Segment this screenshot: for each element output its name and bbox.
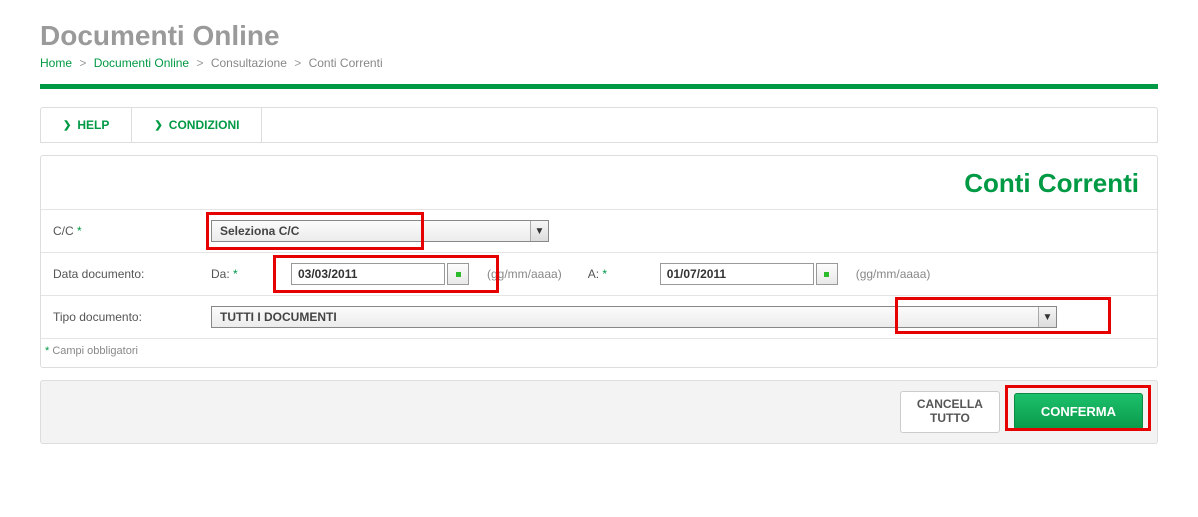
hint-date-format: (gg/mm/aaaa) — [856, 267, 931, 281]
chevron-down-icon: ▼ — [530, 221, 548, 241]
label-account: C/C * — [53, 224, 211, 238]
tab-help-label: HELP — [77, 118, 109, 132]
breadcrumb-sep: > — [294, 56, 301, 70]
calendar-from-button[interactable] — [447, 263, 469, 285]
panel-title: Conti Correnti — [41, 156, 1157, 209]
breadcrumb-sep: > — [196, 56, 203, 70]
calendar-icon — [456, 272, 461, 277]
divider-bar — [40, 84, 1158, 89]
form-panel: Conti Correnti C/C * Seleziona C/C ▼ Dat… — [40, 155, 1158, 368]
calendar-to-button[interactable] — [816, 263, 838, 285]
date-from-input[interactable] — [291, 263, 445, 285]
action-bar: CANCELLATUTTO CONFERMA — [40, 380, 1158, 444]
date-to-input[interactable] — [660, 263, 814, 285]
breadcrumb-sep: > — [79, 56, 86, 70]
required-note: * Campi obbligatori — [41, 339, 1157, 367]
cancel-button-label: CANCELLATUTTO — [917, 397, 983, 425]
row-account: C/C * Seleziona C/C ▼ — [41, 209, 1157, 252]
tab-help[interactable]: ❯ HELP — [41, 108, 132, 142]
tipo-select[interactable]: TUTTI I DOCUMENTI ▼ — [211, 306, 1057, 328]
breadcrumb-docs[interactable]: Documenti Online — [94, 56, 189, 70]
chevron-down-icon: ▼ — [1038, 307, 1056, 327]
breadcrumb: Home > Documenti Online > Consultazione … — [40, 56, 1158, 70]
breadcrumb-home[interactable]: Home — [40, 56, 72, 70]
tabs: ❯ HELP ❯ CONDIZIONI — [40, 107, 1158, 143]
label-tipo: Tipo documento: — [53, 310, 211, 324]
account-select[interactable]: Seleziona C/C ▼ — [211, 220, 549, 242]
page-title: Documenti Online — [40, 20, 1158, 52]
tipo-select-value: TUTTI I DOCUMENTI — [220, 310, 337, 324]
calendar-icon — [824, 272, 829, 277]
row-dates: Data documento: Da: * (gg/mm/aaaa) A: * … — [41, 252, 1157, 295]
breadcrumb-consult: Consultazione — [211, 56, 287, 70]
label-to: A: * — [588, 267, 640, 281]
breadcrumb-cc: Conti Correnti — [309, 56, 383, 70]
cancel-button[interactable]: CANCELLATUTTO — [900, 391, 1000, 433]
label-data-documento: Data documento: — [53, 267, 211, 281]
tab-condizioni[interactable]: ❯ CONDIZIONI — [132, 108, 262, 142]
account-select-value: Seleziona C/C — [220, 224, 299, 238]
confirm-button[interactable]: CONFERMA — [1014, 393, 1143, 430]
chevron-right-icon: ❯ — [63, 120, 71, 131]
tab-condizioni-label: CONDIZIONI — [169, 118, 240, 132]
label-from: Da: * — [211, 267, 271, 281]
hint-date-format: (gg/mm/aaaa) — [487, 267, 562, 281]
chevron-right-icon: ❯ — [154, 120, 162, 131]
row-tipo: Tipo documento: TUTTI I DOCUMENTI ▼ — [41, 295, 1157, 339]
